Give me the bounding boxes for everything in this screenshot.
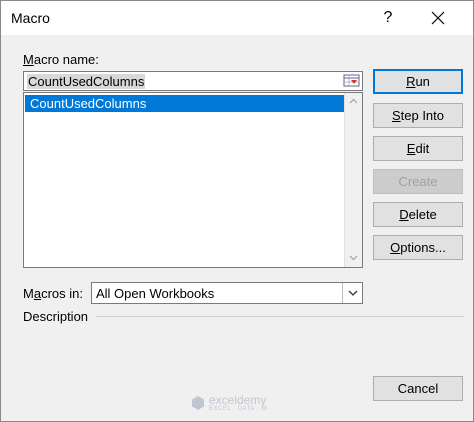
list-scrollbar[interactable] bbox=[344, 93, 362, 267]
help-icon: ? bbox=[383, 9, 393, 26]
description-divider bbox=[96, 316, 464, 317]
close-icon bbox=[431, 11, 445, 25]
scroll-down-icon[interactable] bbox=[349, 253, 358, 262]
exceldemy-watermark: exceldemy EXCEL · DATA · BI bbox=[191, 393, 291, 415]
options-button[interactable]: Options... bbox=[373, 235, 463, 260]
macro-name-label: Macro name: bbox=[23, 52, 99, 67]
macro-list[interactable]: CountUsedColumns bbox=[23, 92, 363, 268]
delete-button[interactable]: Delete bbox=[373, 202, 463, 227]
run-button[interactable]: Run bbox=[373, 69, 463, 94]
macro-name-input[interactable]: CountUsedColumns bbox=[23, 71, 363, 91]
exceldemy-logo-icon bbox=[192, 396, 204, 410]
macros-in-value: All Open Workbooks bbox=[96, 286, 215, 301]
description-label: Description bbox=[23, 309, 89, 324]
edit-button[interactable]: Edit bbox=[373, 136, 463, 161]
create-button: Create bbox=[373, 169, 463, 194]
cancel-button[interactable]: Cancel bbox=[373, 376, 463, 401]
scroll-up-icon[interactable] bbox=[349, 97, 358, 106]
watermark-name: exceldemy bbox=[209, 393, 267, 407]
watermark-tagline: EXCEL · DATA · BI bbox=[209, 406, 269, 412]
help-button[interactable]: ? bbox=[373, 3, 403, 33]
macros-in-select[interactable]: All Open Workbooks bbox=[91, 282, 363, 304]
macros-in-label: Macros in: bbox=[23, 286, 83, 301]
chevron-down-icon bbox=[348, 290, 358, 296]
window-title: Macro bbox=[11, 10, 50, 26]
macros-in-dropdown-button[interactable] bbox=[342, 283, 362, 303]
close-button[interactable] bbox=[421, 3, 455, 33]
cell-reference-icon bbox=[343, 74, 360, 87]
list-item[interactable]: CountUsedColumns bbox=[25, 95, 344, 112]
cell-reference-button[interactable] bbox=[343, 73, 361, 89]
step-into-button[interactable]: Step Into bbox=[373, 103, 463, 128]
macro-name-value: CountUsedColumns bbox=[27, 74, 146, 89]
title-bar: Macro ? bbox=[1, 1, 473, 35]
macro-dialog: Macro ? Macro name: CountUsedColumns Cou… bbox=[0, 0, 474, 422]
